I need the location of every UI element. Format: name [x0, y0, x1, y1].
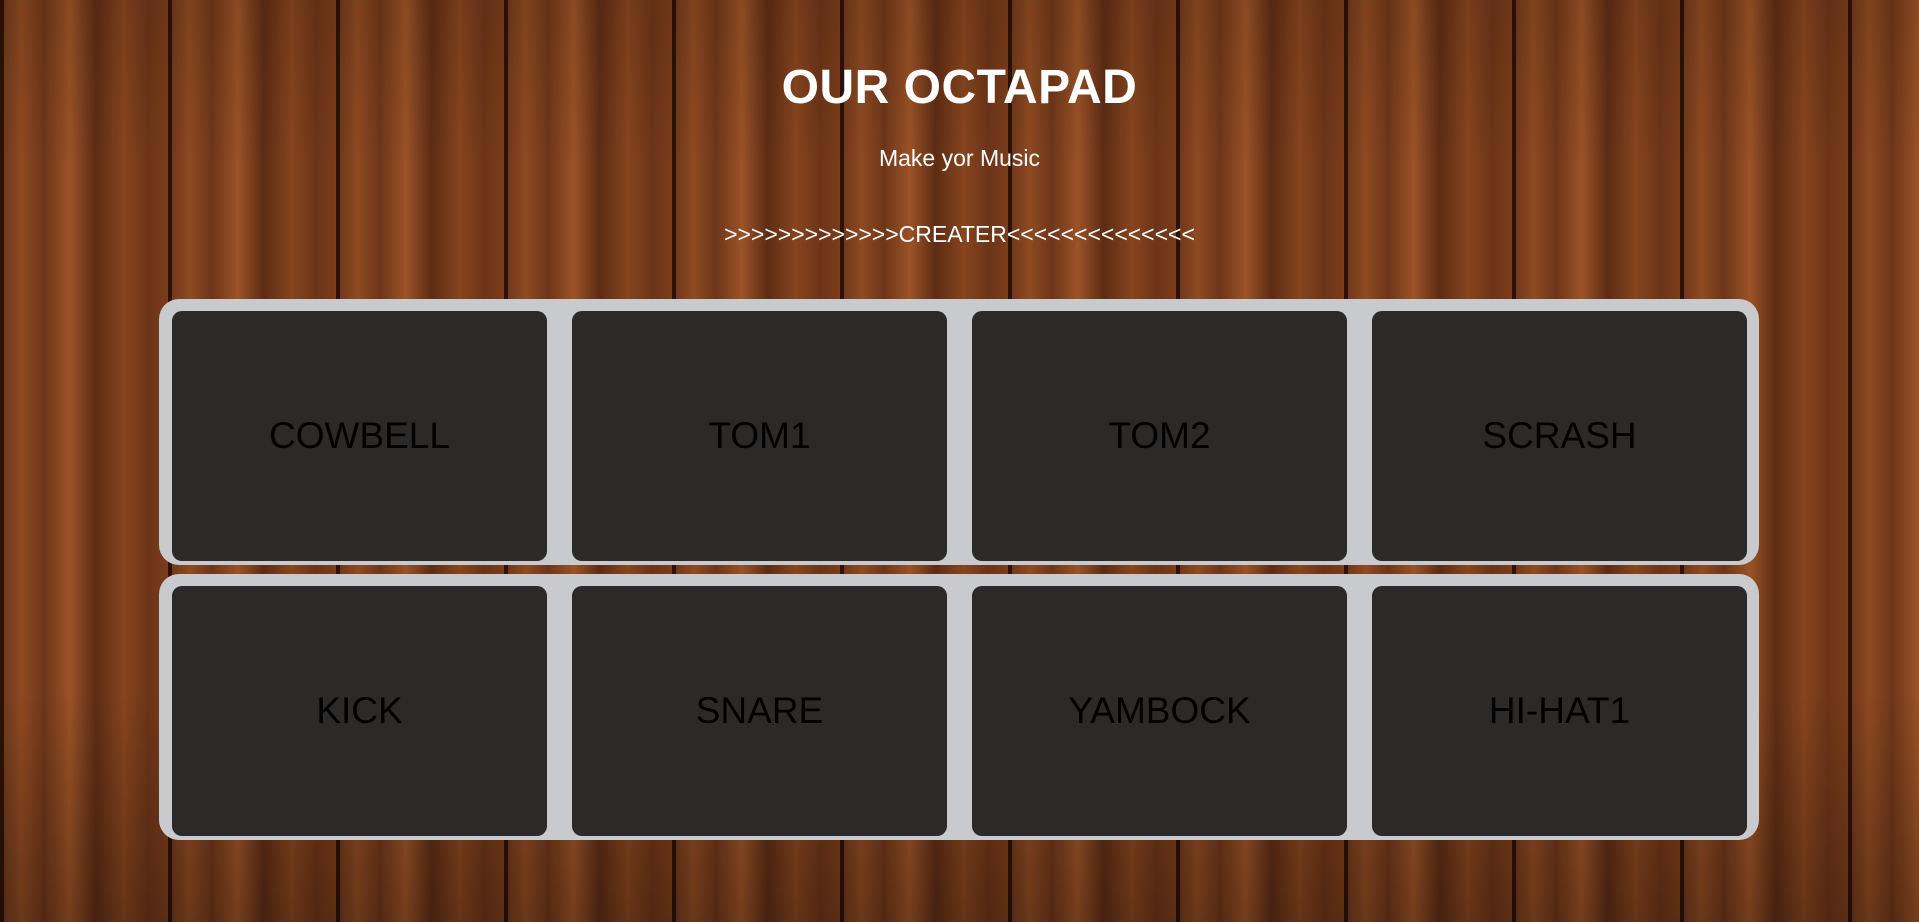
page-subtitle: Make yor Music: [878, 145, 1041, 171]
pad-snare[interactable]: SNARE: [572, 586, 947, 836]
pad-kick[interactable]: KICK: [172, 586, 547, 836]
pad-tom1[interactable]: TOM1: [572, 311, 947, 561]
pad-row-bottom: KICK SNARE YAMBOCK HI-HAT1: [159, 574, 1759, 840]
pad-row-top: COWBELL TOM1 TOM2 SCRASH: [159, 299, 1759, 565]
page-title: OUR OCTAPAD: [781, 61, 1138, 114]
pad-scrash[interactable]: SCRASH: [1372, 311, 1747, 561]
pad-cowbell[interactable]: COWBELL: [172, 311, 547, 561]
creator-label: >>>>>>>>>>>>>CREATER<<<<<<<<<<<<<<: [724, 221, 1195, 247]
pad-yambock[interactable]: YAMBOCK: [972, 586, 1347, 836]
pad-tom2[interactable]: TOM2: [972, 311, 1347, 561]
pad-hi-hat1[interactable]: HI-HAT1: [1372, 586, 1747, 836]
